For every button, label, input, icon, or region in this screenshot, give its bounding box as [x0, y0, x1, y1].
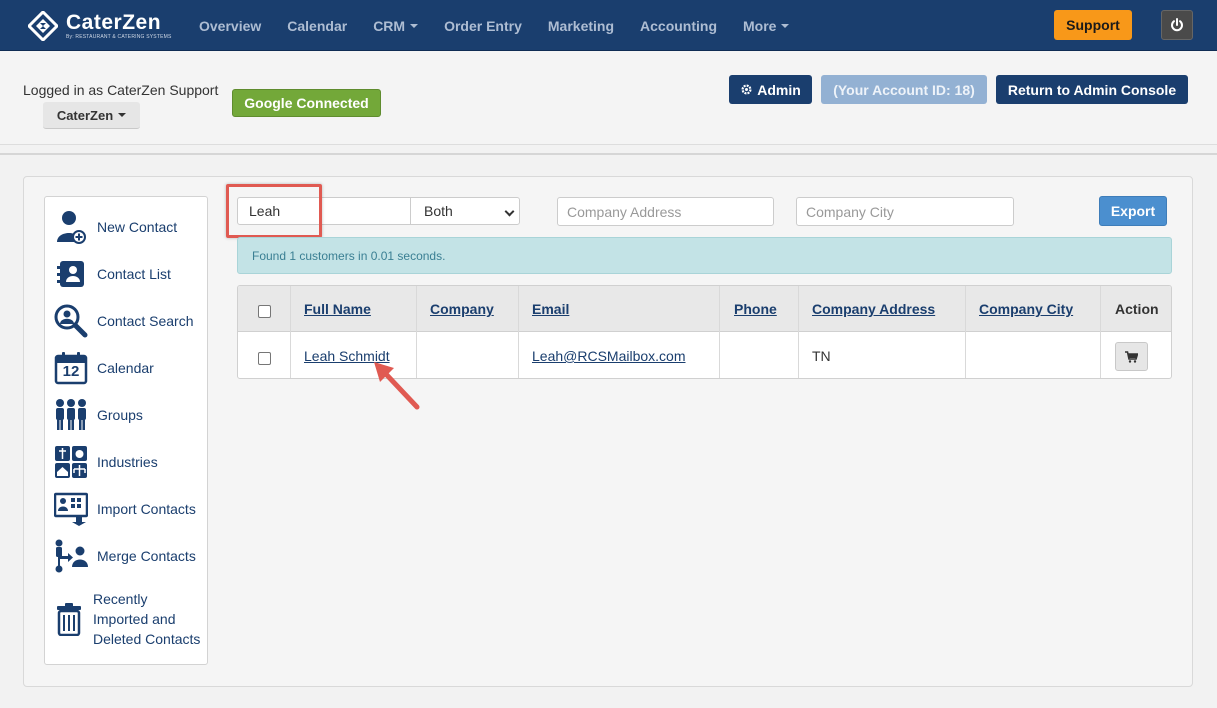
caterzen-logo[interactable]: CaterZen By: RESTAURANT & CATERING SYSTE…	[26, 9, 172, 43]
company-city-placeholder: Company City	[806, 203, 894, 220]
match-select-value: Both	[424, 203, 453, 219]
company-address-input[interactable]: Company Address	[557, 197, 774, 226]
sidebar-item-contact-search[interactable]: Contact Search	[53, 303, 194, 339]
nav-accounting[interactable]: Accounting	[627, 18, 730, 34]
sidebar-item-label-line: Deleted Contacts	[93, 631, 201, 647]
header-company-city[interactable]: Company City	[979, 301, 1073, 317]
match-select[interactable]: Both	[410, 197, 520, 225]
nav-overview[interactable]: Overview	[186, 18, 274, 34]
sidebar-item-label: Groups	[97, 407, 143, 423]
admin-button-label: Admin	[757, 81, 801, 98]
logout-button[interactable]	[1161, 10, 1193, 40]
sidebar-item-groups[interactable]: Groups	[53, 397, 143, 433]
logged-in-text: Logged in as CaterZen Support	[23, 82, 219, 98]
sidebar-item-label-line: Recently	[93, 591, 148, 607]
sidebar-item-contact-list[interactable]: Contact List	[53, 256, 171, 292]
logo-diamond-icon	[26, 9, 60, 43]
column-company: Company	[417, 286, 519, 378]
chevron-down-icon	[781, 23, 790, 28]
cell-email[interactable]: Leah@RCSMailbox.com	[532, 348, 686, 364]
company-city-input[interactable]: Company City	[796, 197, 1014, 226]
row-checkbox[interactable]	[258, 352, 271, 365]
location-dropdown[interactable]: CaterZen	[43, 102, 140, 129]
return-to-admin-console-button[interactable]: Return to Admin Console	[996, 75, 1188, 104]
cell-company-address: TN	[812, 348, 831, 364]
column-phone: Phone	[720, 286, 799, 378]
results-summary: Found 1 customers in 0.01 seconds.	[237, 237, 1172, 274]
sidebar-item-label: Contact List	[97, 266, 171, 282]
top-navbar: CaterZen By: RESTAURANT & CATERING SYSTE…	[0, 0, 1217, 51]
merge-contacts-icon	[53, 538, 89, 574]
nav-order-entry-label: Order Entry	[444, 17, 522, 34]
import-contacts-icon	[53, 491, 89, 527]
create-order-button[interactable]	[1115, 342, 1148, 371]
nav-crm[interactable]: CRM	[360, 18, 431, 34]
account-id-badge: (Your Account ID: 18)	[821, 75, 987, 104]
nav-order-entry[interactable]: Order Entry	[431, 18, 535, 34]
nav-overview-label: Overview	[199, 17, 262, 34]
annotation-arrow-icon	[374, 362, 420, 410]
sidebar-item-import-contacts[interactable]: Import Contacts	[53, 491, 196, 527]
nav-marketing-label: Marketing	[547, 17, 615, 34]
sidebar-item-label: Industries	[97, 454, 158, 470]
header-email[interactable]: Email	[532, 301, 569, 317]
nav-accounting-label: Accounting	[640, 17, 718, 34]
industries-icon	[53, 444, 89, 480]
sidebar-item-label: New Contact	[97, 219, 178, 235]
location-dropdown-label: CaterZen	[56, 107, 114, 123]
chevron-down-icon	[118, 113, 127, 117]
sidebar-item-label: Recently Imported and Deleted Contacts	[93, 589, 200, 649]
company-address-placeholder: Company Address	[567, 203, 682, 220]
new-contact-icon	[53, 209, 89, 245]
sidebar-item-label-line: Imported and	[93, 611, 176, 627]
chevron-down-icon	[504, 206, 515, 217]
power-icon	[1171, 18, 1183, 32]
admin-button[interactable]: Admin	[729, 75, 812, 104]
calendar-icon: 12	[53, 350, 89, 386]
export-button[interactable]: Export	[1099, 196, 1167, 226]
divider	[0, 153, 1217, 155]
nav-calendar-label: Calendar	[287, 17, 348, 34]
contact-list-icon	[53, 256, 89, 292]
google-connected-button[interactable]: Google Connected	[232, 89, 381, 117]
main-nav: Overview Calendar CRM Order Entry Market…	[186, 0, 802, 51]
nav-crm-label: CRM	[373, 17, 406, 34]
column-email: Email Leah@RCSMailbox.com	[519, 286, 720, 378]
trash-icon	[53, 601, 85, 637]
column-company-city: Company City	[966, 286, 1101, 378]
sidebar-item-industries[interactable]: Industries	[53, 444, 158, 480]
contact-search-icon	[53, 303, 89, 339]
sidebar-item-merge-contacts[interactable]: Merge Contacts	[53, 538, 196, 574]
column-select	[238, 286, 291, 378]
select-all-checkbox[interactable]	[258, 305, 271, 318]
column-company-address: Company Address TN	[799, 286, 966, 378]
sidebar-item-new-contact[interactable]: New Contact	[53, 209, 177, 245]
header-action: Action	[1115, 301, 1159, 317]
gear-icon	[741, 84, 752, 95]
nav-calendar[interactable]: Calendar	[274, 18, 360, 34]
sidebar-item-label: Merge Contacts	[97, 548, 196, 564]
sidebar-item-label: Import Contacts	[97, 501, 196, 517]
sidebar-item-label: Calendar	[97, 360, 154, 376]
annotation-highlight-box	[226, 184, 322, 238]
header-full-name[interactable]: Full Name	[304, 301, 371, 317]
nav-marketing[interactable]: Marketing	[535, 18, 627, 34]
logo-name: CaterZen	[66, 11, 162, 34]
chevron-down-icon	[410, 23, 419, 28]
support-button[interactable]: Support	[1054, 10, 1132, 40]
calendar-icon-day: 12	[62, 363, 80, 380]
groups-icon	[53, 397, 89, 433]
contacts-sidebar: New Contact Contact List Contact Search	[44, 196, 208, 665]
header-company-address[interactable]: Company Address	[812, 301, 935, 317]
nav-more-label: More	[743, 17, 777, 34]
cart-icon	[1125, 350, 1138, 363]
header-phone[interactable]: Phone	[734, 301, 777, 317]
sidebar-item-recently-imported-deleted[interactable]: Recently Imported and Deleted Contacts	[53, 589, 200, 649]
header-company[interactable]: Company	[430, 301, 494, 317]
sidebar-item-label: Contact Search	[97, 313, 194, 329]
nav-more[interactable]: More	[730, 18, 802, 34]
sidebar-item-calendar[interactable]: 12 Calendar	[53, 350, 154, 386]
logo-tagline: By: RESTAURANT & CATERING SYSTEMS	[66, 34, 172, 40]
